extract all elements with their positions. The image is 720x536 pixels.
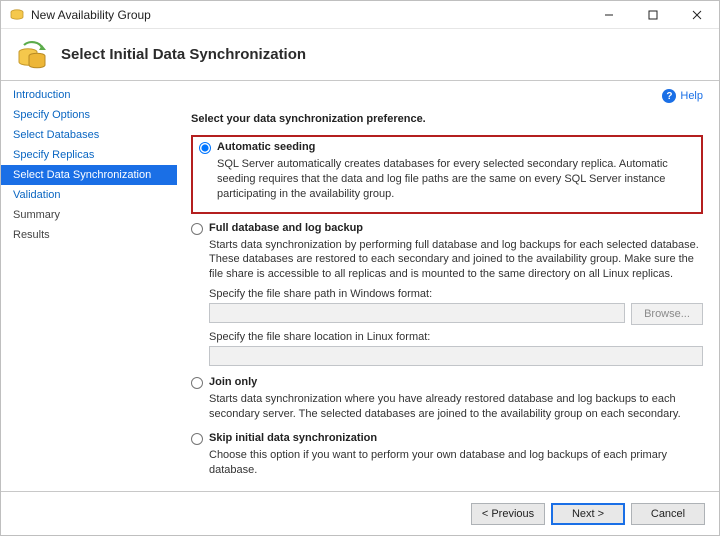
label-join-only: Join only xyxy=(209,376,257,388)
input-share-windows[interactable] xyxy=(209,303,625,323)
sidebar-item-summary: Summary xyxy=(1,205,177,225)
desc-join-only: Starts data synchronization where you ha… xyxy=(209,392,703,422)
label-full-backup: Full database and log backup xyxy=(209,222,363,234)
sidebar-item-specify-replicas[interactable]: Specify Replicas xyxy=(1,145,177,165)
sidebar-item-introduction[interactable]: Introduction xyxy=(1,85,177,105)
next-button[interactable]: Next > xyxy=(551,503,625,525)
sidebar-item-results: Results xyxy=(1,225,177,245)
wizard-header: Select Initial Data Synchronization xyxy=(1,29,719,81)
desc-full-backup: Starts data synchronization by performin… xyxy=(209,238,703,283)
label-share-linux: Specify the file share location in Linux… xyxy=(209,331,703,343)
wizard-body: Introduction Specify Options Select Data… xyxy=(1,81,719,491)
wizard-footer: < Previous Next > Cancel xyxy=(1,491,719,535)
sidebar-item-validation[interactable]: Validation xyxy=(1,185,177,205)
help-icon: ? xyxy=(662,89,676,103)
maximize-button[interactable] xyxy=(631,1,675,29)
previous-button[interactable]: < Previous xyxy=(471,503,545,525)
radio-skip-sync[interactable] xyxy=(191,433,203,445)
sidebar-item-select-data-sync[interactable]: Select Data Synchronization xyxy=(1,165,177,185)
wizard-icon xyxy=(15,38,49,72)
help-link[interactable]: ? Help xyxy=(662,89,703,103)
window-title: New Availability Group xyxy=(31,8,587,22)
sidebar-item-select-databases[interactable]: Select Databases xyxy=(1,125,177,145)
wizard-sidebar: Introduction Specify Options Select Data… xyxy=(1,81,177,491)
window-controls xyxy=(587,1,719,29)
browse-button[interactable]: Browse... xyxy=(631,303,703,325)
desc-automatic-seeding: SQL Server automatically creates databas… xyxy=(217,157,695,202)
page-title: Select Initial Data Synchronization xyxy=(61,46,306,63)
sidebar-item-specify-options[interactable]: Specify Options xyxy=(1,105,177,125)
desc-skip-sync: Choose this option if you want to perfor… xyxy=(209,448,703,478)
help-label: Help xyxy=(680,90,703,102)
label-share-windows: Specify the file share path in Windows f… xyxy=(209,288,703,300)
radio-join-only[interactable] xyxy=(191,377,203,389)
minimize-button[interactable] xyxy=(587,1,631,29)
highlight-automatic-seeding: Automatic seeding SQL Server automatical… xyxy=(191,135,703,214)
close-button[interactable] xyxy=(675,1,719,29)
radio-automatic-seeding[interactable] xyxy=(199,142,211,154)
label-automatic-seeding: Automatic seeding xyxy=(217,141,315,153)
content-intro: Select your data synchronization prefere… xyxy=(191,113,703,125)
app-icon xyxy=(9,7,25,23)
titlebar: New Availability Group xyxy=(1,1,719,29)
radio-full-backup[interactable] xyxy=(191,223,203,235)
wizard-content: ? Help Select your data synchronization … xyxy=(177,81,719,491)
cancel-button[interactable]: Cancel xyxy=(631,503,705,525)
label-skip-sync: Skip initial data synchronization xyxy=(209,432,377,444)
input-share-linux[interactable] xyxy=(209,346,703,366)
